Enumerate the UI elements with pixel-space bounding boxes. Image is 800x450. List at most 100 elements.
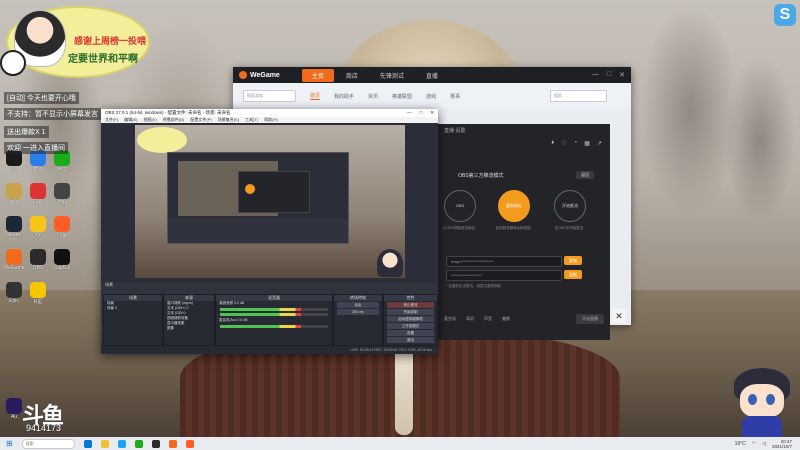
desktop-icon[interactable]: 魔兽 [2, 183, 26, 206]
obs-menu-item[interactable]: 帮助(H) [264, 117, 278, 123]
nested-dock [168, 219, 348, 243]
mixer-track-meter[interactable] [220, 325, 328, 328]
maximize-icon[interactable]: □ [420, 109, 423, 117]
grid-icon[interactable]: ▦ [584, 140, 590, 147]
control-button[interactable]: 退出 [387, 337, 434, 343]
nested-popup [238, 171, 310, 213]
obs-menu-item[interactable]: 文件(F) [105, 117, 118, 123]
wegame-subnav-tab[interactable]: 首页 [310, 92, 321, 100]
obs-menu-item[interactable]: 场景集合(S) [218, 117, 239, 123]
s-app-logo-icon[interactable]: S [774, 4, 796, 26]
transition-panel: 转场特效 淡出 300 ms [333, 294, 383, 346]
network-icon[interactable]: ◠ [752, 441, 756, 447]
obs-menu-item[interactable]: 视图(V) [143, 117, 156, 123]
desktop-icon[interactable]: Epic [2, 282, 26, 304]
step-obs[interactable]: OBS [444, 190, 476, 222]
minimize-icon[interactable]: — [592, 71, 599, 79]
desktop-icon[interactable]: R星 [26, 282, 50, 305]
obs-preview[interactable] [135, 125, 405, 278]
desktop-icon[interactable]: 游戏 [50, 183, 74, 206]
heart-icon[interactable]: ♡ [561, 140, 566, 147]
app-icon [6, 183, 22, 199]
obs-menu-item[interactable]: 编辑(E) [124, 117, 137, 123]
panel-header-label: 直播 设置 [444, 127, 466, 134]
share-icon[interactable]: ↗ [597, 140, 602, 147]
wegame-store-search-input[interactable]: 搜索 [550, 90, 607, 102]
wegame-subnav-tab[interactable]: 赛事 [450, 93, 460, 100]
gift-icon[interactable]: ♦ [551, 140, 554, 146]
start-live-button[interactable]: 开始直播 [576, 314, 604, 324]
clock[interactable]: 20:47 2021/10/7 [772, 439, 792, 449]
window-controls: — □ ✕ [407, 109, 438, 117]
wegame-taskbar-icon[interactable] [168, 439, 177, 448]
control-button[interactable]: 开始录制 [387, 309, 434, 315]
obs-dock: 场景 场景 场景 场景 2 来源 窗口捕获 (wgrm) 文本 (GDI+) 2 文本… [101, 282, 438, 354]
wegame-subnav-tab[interactable]: 英雄联盟 [392, 93, 412, 100]
mixer-track-meter[interactable] [220, 308, 328, 311]
weather-label[interactable]: 19°C [735, 441, 746, 447]
obs-menu-item[interactable]: 停靠部件(D) [163, 117, 185, 123]
control-button[interactable]: 停止推流 [387, 302, 434, 308]
step-copy-address[interactable]: 复制地址 [498, 190, 530, 222]
wegame-nav-item[interactable]: 主页 [301, 68, 334, 82]
duration-input[interactable]: 300 ms [337, 309, 379, 315]
obs-menu-item[interactable]: 工具(T) [245, 117, 258, 123]
copy-key-button[interactable]: 复制 [564, 270, 582, 279]
source-item[interactable]: 图像 [164, 326, 214, 331]
stream-key-field[interactable]: ******************** [446, 270, 562, 281]
wegame-nav-item[interactable]: 商店 [336, 69, 368, 82]
app-icon [30, 282, 46, 298]
wegame-search-input[interactable]: 搜索游戏 [243, 90, 296, 102]
headset-button[interactable]: 耳机 [466, 316, 474, 322]
close-icon[interactable]: ✕ [619, 71, 625, 79]
server-address-field[interactable]: rtmp://******************** [446, 256, 562, 267]
obs-taskbar-icon[interactable] [151, 439, 160, 448]
obs-mode-title: OBS第三方推流模式 [458, 173, 504, 179]
desktop-icon[interactable]: OBS [26, 249, 50, 271]
dock-header-scenes: 场景 [105, 282, 113, 287]
step-start-stream[interactable]: 开始推流 [554, 190, 586, 222]
taskbar-search-input[interactable]: 搜索 [21, 438, 75, 449]
sound-button[interactable]: 声音 [484, 316, 492, 322]
desktop-icon[interactable]: YY [26, 216, 50, 238]
copy-server-button[interactable]: 复制 [564, 256, 582, 265]
popup-close-icon[interactable]: ✕ [612, 309, 626, 323]
step-caption: 从OBS获取推流地址 [443, 226, 475, 230]
desktop-icon[interactable]: 网易 [26, 183, 50, 206]
control-button[interactable]: 工作室模式 [387, 323, 434, 329]
wechat-taskbar-icon[interactable] [134, 439, 143, 448]
obs-menu-item[interactable]: 配置文件(P) [190, 117, 211, 123]
mic-button[interactable]: 麦克风 [444, 316, 456, 322]
chibi-avatar [728, 368, 796, 440]
back-button[interactable]: 返回 [576, 171, 594, 179]
mixer-track-label: 麦克风/Aux 0.0 dB [219, 318, 248, 322]
edge-icon[interactable] [117, 439, 126, 448]
wegame-nav-item[interactable]: 直播 [416, 69, 448, 82]
close-icon[interactable]: ✕ [430, 109, 434, 117]
desktop-icon-label: 酷狗 [32, 167, 43, 173]
wegame-subnav-tab[interactable]: 我的助手 [334, 93, 354, 100]
desktop-icon[interactable]: 斗鱼 [50, 216, 74, 239]
app-icon [54, 183, 70, 199]
wegame-subnav-tab[interactable]: 游戏 [426, 93, 436, 100]
desktop-icon[interactable]: CapCut [50, 249, 74, 271]
mixer-track-meter[interactable] [220, 313, 328, 316]
control-button[interactable]: 设置 [387, 330, 434, 336]
wegame-nav-item[interactable]: 先锋测试 [370, 69, 414, 82]
bell-icon[interactable]: ◔ [574, 140, 578, 146]
transition-select[interactable]: 淡出 [337, 302, 379, 308]
scene-item[interactable]: 场景 2 [104, 306, 162, 311]
step-caption: 在OBS中开始推流 [554, 226, 584, 230]
wegame-subnav-tab[interactable]: 资讯 [368, 93, 378, 100]
file-explorer-icon[interactable] [100, 439, 109, 448]
maximize-icon[interactable]: □ [607, 71, 611, 79]
task-view-icon[interactable] [83, 439, 92, 448]
desktop-icon[interactable]: WeGame [2, 249, 26, 271]
volume-icon[interactable]: ◁ [762, 441, 766, 447]
control-button[interactable]: 启动虚拟摄像机 [387, 316, 434, 322]
start-icon[interactable]: ⊞ [6, 439, 13, 448]
douyu-taskbar-icon[interactable] [185, 439, 194, 448]
beauty-button[interactable]: 美颜 [502, 316, 510, 322]
minimize-icon[interactable]: — [407, 109, 412, 117]
desktop-icon[interactable]: Steam [2, 216, 26, 238]
